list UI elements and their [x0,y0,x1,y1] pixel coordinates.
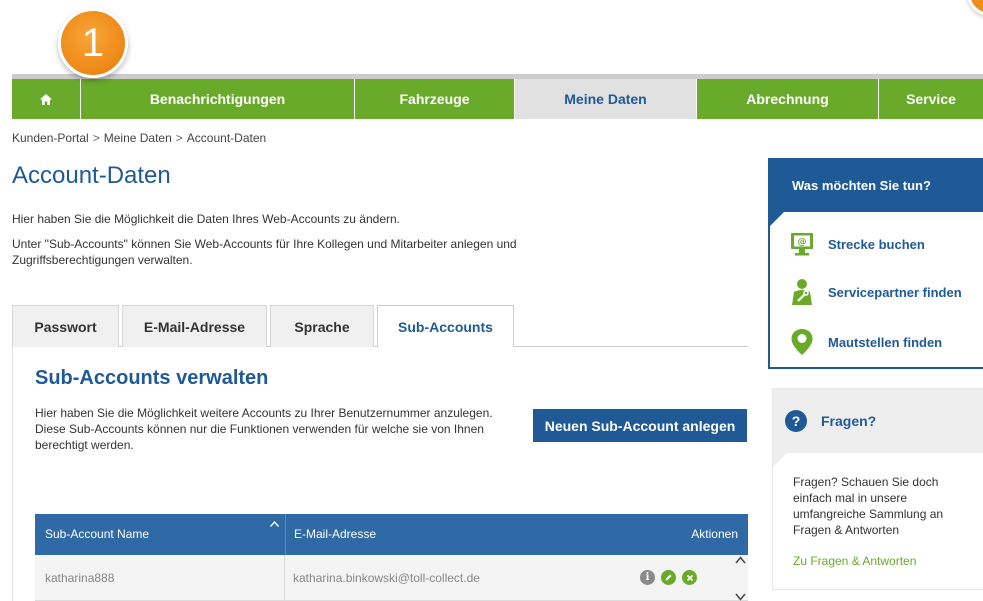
breadcrumb: Kunden-Portal > Meine Daten > Account-Daten [12,131,266,145]
cell-email: katharina.binkowski@toll-collect.de [293,570,480,585]
sidebar-item-label: Mautstellen finden [828,334,943,350]
table-row: katharina888 katharina.binkowski@toll-co… [35,554,748,601]
section-title: Sub-Accounts verwalten [35,367,269,389]
faq-notch [773,453,787,467]
section-description: Hier haben Sie die Möglichkeit weitere A… [35,406,493,452]
nav-fahrzeuge[interactable]: Fahrzeuge [355,79,515,119]
main-nav: Benachrichtigungen Fahrzeuge Meine Daten… [12,79,983,119]
table-scrollbar[interactable] [732,556,748,601]
page-title: Account-Daten [12,162,171,189]
step-badge: 1 [58,8,128,78]
mechanic-icon [788,278,816,306]
nav-home[interactable] [12,79,81,119]
map-pin-icon [788,328,816,356]
nav-benachrichtigungen[interactable]: Benachrichtigungen [81,79,355,119]
faq-link[interactable]: Zu Fragen & Antworten [793,554,916,568]
sub-accounts-table: Sub-Account Name E-Mail-Adresse Aktionen… [35,514,748,601]
sidebar-item-label: Strecke buchen [828,236,925,252]
corner-badge [967,0,983,16]
column-header-name[interactable]: Sub-Account Name [35,514,285,555]
delete-icon[interactable] [682,570,697,585]
faq-text: Fragen? Schauen Sie doch einfach mal in … [793,475,944,537]
cell-account-name: katharina888 [35,554,285,601]
column-header-email[interactable]: E-Mail-Adresse [285,514,665,555]
sidebar-notch [770,212,784,226]
home-icon [40,93,52,105]
table-header: Sub-Account Name E-Mail-Adresse Aktionen [35,514,748,555]
tab-passwort[interactable]: Passwort [12,305,119,347]
new-sub-account-button[interactable]: Neuen Sub-Account anlegen [533,409,747,442]
monitor-at-icon: @ [788,230,816,258]
intro-text: Hier haben Sie die Möglichkeit die Daten… [12,212,400,226]
tab-sprache[interactable]: Sprache [270,305,374,347]
breadcrumb-kunden-portal[interactable]: Kunden-Portal [12,131,89,145]
breadcrumb-meine-daten[interactable]: Meine Daten [104,131,172,145]
question-icon: ? [785,410,807,432]
scroll-down-icon[interactable] [734,593,746,601]
edit-icon[interactable] [661,570,676,585]
sidebar-item-label: Servicepartner finden [828,284,962,300]
nav-service[interactable]: Service [879,79,983,119]
sort-ascending-icon[interactable] [269,518,280,530]
action-sidebar: Was möchten Sie tun? @ Strecke buchen Se… [768,158,983,369]
faq-header: ? Fragen? [773,389,983,453]
sidebar-item-servicepartner[interactable]: Servicepartner finden [788,278,962,306]
sidebar-item-strecke-buchen[interactable]: @ Strecke buchen [788,230,925,258]
breadcrumb-separator: > [175,131,183,145]
nav-meine-daten[interactable]: Meine Daten [515,79,697,119]
tab-email-adresse[interactable]: E-Mail-Adresse [122,305,267,347]
sidebar-item-mautstellen[interactable]: Mautstellen finden [788,328,942,356]
column-header-actions: Aktionen [691,527,738,541]
faq-panel: ? Fragen? Fragen? Schauen Sie doch einfa… [772,388,983,590]
column-header-name-label: Sub-Account Name [45,527,150,541]
scroll-up-icon[interactable] [734,556,746,564]
account-tabs: Passwort E-Mail-Adresse Sprache Sub-Acco… [12,305,748,348]
nav-abrechnung[interactable]: Abrechnung [697,79,879,119]
info-icon[interactable]: i [640,570,655,585]
intro-text-sub-accounts: Unter "Sub-Accounts" können Sie Web-Acco… [12,237,517,267]
breadcrumb-separator: > [92,131,100,145]
breadcrumb-account-daten: Account-Daten [186,131,267,145]
svg-text:@: @ [798,238,807,248]
tab-sub-accounts[interactable]: Sub-Accounts [377,305,514,348]
sidebar-title: Was möchten Sie tun? [770,160,983,212]
faq-title: Fragen? [821,413,877,429]
